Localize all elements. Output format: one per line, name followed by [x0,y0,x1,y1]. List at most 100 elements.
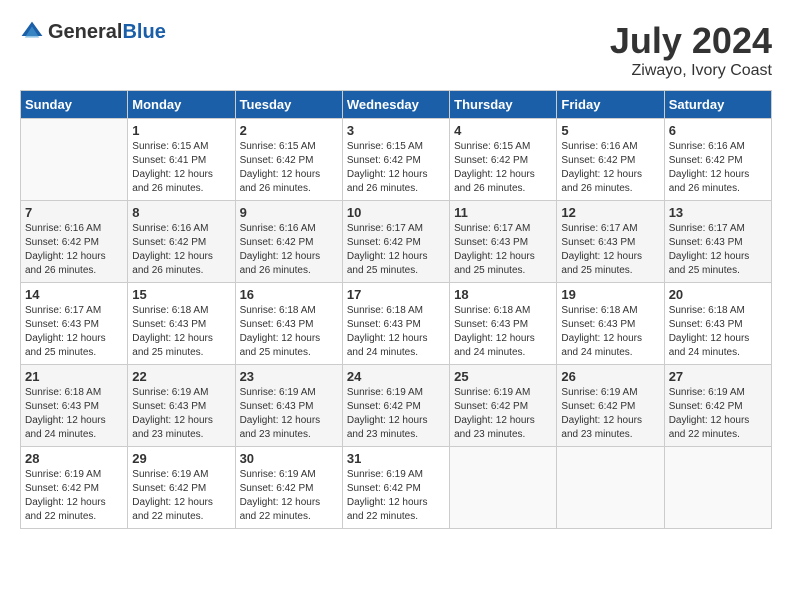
day-number: 6 [669,123,767,138]
calendar-cell: 6 Sunrise: 6:16 AMSunset: 6:42 PMDaylight… [664,119,771,201]
day-number: 4 [454,123,552,138]
calendar-cell: 12 Sunrise: 6:17 AMSunset: 6:43 PMDayligh… [557,201,664,283]
weekday-header-wednesday: Wednesday [342,91,449,119]
day-info: Sunrise: 6:16 AMSunset: 6:42 PMDaylight:… [240,222,338,278]
weekday-header-row: SundayMondayTuesdayWednesdayThursdayFrid… [21,91,772,119]
calendar-week-5: 28 Sunrise: 6:19 AMSunset: 6:42 PMDayligh… [21,447,772,529]
calendar-week-3: 14 Sunrise: 6:17 AMSunset: 6:43 PMDayligh… [21,283,772,365]
calendar-cell: 27 Sunrise: 6:19 AMSunset: 6:42 PMDayligh… [664,365,771,447]
day-number: 25 [454,369,552,384]
calendar-cell: 17 Sunrise: 6:18 AMSunset: 6:43 PMDayligh… [342,283,449,365]
logo-icon [20,20,44,44]
day-number: 23 [240,369,338,384]
calendar-cell: 22 Sunrise: 6:19 AMSunset: 6:43 PMDayligh… [128,365,235,447]
weekday-header-thursday: Thursday [450,91,557,119]
day-number: 31 [347,451,445,466]
calendar-cell [557,447,664,529]
header: GeneralBlue July 2024 Ziwayo, Ivory Coas… [20,20,772,80]
calendar-cell: 14 Sunrise: 6:17 AMSunset: 6:43 PMDayligh… [21,283,128,365]
day-number: 28 [25,451,123,466]
day-number: 3 [347,123,445,138]
calendar-cell: 3Sunrise: 6:15 AMSunset: 6:42 PMDaylight… [342,119,449,201]
day-info: Sunrise: 6:19 AMSunset: 6:43 PMDaylight:… [240,386,338,442]
calendar-cell: 13Sunrise: 6:17 AMSunset: 6:43 PMDayligh… [664,201,771,283]
day-info: Sunrise: 6:15 AMSunset: 6:41 PMDaylight:… [132,140,230,196]
day-info: Sunrise: 6:18 AMSunset: 6:43 PMDaylight:… [240,304,338,360]
logo-text-blue: Blue [122,21,165,43]
day-number: 1 [132,123,230,138]
calendar-cell: 5 Sunrise: 6:16 AMSunset: 6:42 PMDaylight… [557,119,664,201]
calendar-table: SundayMondayTuesdayWednesdayThursdayFrid… [20,90,772,529]
day-info: Sunrise: 6:19 AMSunset: 6:43 PMDaylight:… [132,386,230,442]
calendar-cell: 11 Sunrise: 6:17 AMSunset: 6:43 PMDayligh… [450,201,557,283]
calendar-cell: 24Sunrise: 6:19 AMSunset: 6:42 PMDayligh… [342,365,449,447]
calendar-cell: 25 Sunrise: 6:19 AMSunset: 6:42 PMDayligh… [450,365,557,447]
day-info: Sunrise: 6:17 AMSunset: 6:42 PMDaylight:… [347,222,445,278]
day-number: 12 [561,205,659,220]
day-info: Sunrise: 6:15 AMSunset: 6:42 PMDaylight:… [240,140,338,196]
day-info: Sunrise: 6:18 AMSunset: 6:43 PMDaylight:… [347,304,445,360]
day-info: Sunrise: 6:19 AMSunset: 6:42 PMDaylight:… [240,468,338,524]
month-title: July 2024 [610,20,772,62]
day-info: Sunrise: 6:15 AMSunset: 6:42 PMDaylight:… [454,140,552,196]
day-info: Sunrise: 6:16 AMSunset: 6:42 PMDaylight:… [561,140,659,196]
day-info: Sunrise: 6:19 AMSunset: 6:42 PMDaylight:… [561,386,659,442]
day-number: 29 [132,451,230,466]
calendar-cell: 16 Sunrise: 6:18 AMSunset: 6:43 PMDayligh… [235,283,342,365]
calendar-cell: 1 Sunrise: 6:15 AMSunset: 6:41 PMDaylight… [128,119,235,201]
day-number: 16 [240,287,338,302]
day-info: Sunrise: 6:16 AMSunset: 6:42 PMDaylight:… [25,222,123,278]
day-info: Sunrise: 6:17 AMSunset: 6:43 PMDaylight:… [561,222,659,278]
calendar-cell [21,119,128,201]
calendar-cell: 15 Sunrise: 6:18 AMSunset: 6:43 PMDayligh… [128,283,235,365]
calendar-cell: 18Sunrise: 6:18 AMSunset: 6:43 PMDayligh… [450,283,557,365]
calendar-cell: 10Sunrise: 6:17 AMSunset: 6:42 PMDayligh… [342,201,449,283]
logo: GeneralBlue [20,20,166,44]
day-number: 27 [669,369,767,384]
calendar-cell [664,447,771,529]
title-area: July 2024 Ziwayo, Ivory Coast [610,20,772,80]
day-number: 14 [25,287,123,302]
calendar-cell: 4 Sunrise: 6:15 AMSunset: 6:42 PMDaylight… [450,119,557,201]
day-info: Sunrise: 6:19 AMSunset: 6:42 PMDaylight:… [669,386,767,442]
calendar-cell: 8 Sunrise: 6:16 AMSunset: 6:42 PMDaylight… [128,201,235,283]
calendar-cell: 26Sunrise: 6:19 AMSunset: 6:42 PMDayligh… [557,365,664,447]
day-info: Sunrise: 6:17 AMSunset: 6:43 PMDaylight:… [25,304,123,360]
day-info: Sunrise: 6:16 AMSunset: 6:42 PMDaylight:… [132,222,230,278]
day-info: Sunrise: 6:17 AMSunset: 6:43 PMDaylight:… [454,222,552,278]
day-number: 15 [132,287,230,302]
day-number: 5 [561,123,659,138]
weekday-header-tuesday: Tuesday [235,91,342,119]
weekday-header-sunday: Sunday [21,91,128,119]
day-number: 11 [454,205,552,220]
calendar-week-2: 7 Sunrise: 6:16 AMSunset: 6:42 PMDaylight… [21,201,772,283]
day-number: 9 [240,205,338,220]
day-info: Sunrise: 6:18 AMSunset: 6:43 PMDaylight:… [132,304,230,360]
day-info: Sunrise: 6:19 AMSunset: 6:42 PMDaylight:… [25,468,123,524]
calendar-cell: 9 Sunrise: 6:16 AMSunset: 6:42 PMDaylight… [235,201,342,283]
day-number: 13 [669,205,767,220]
day-number: 17 [347,287,445,302]
day-number: 2 [240,123,338,138]
weekday-header-friday: Friday [557,91,664,119]
day-number: 19 [561,287,659,302]
day-number: 18 [454,287,552,302]
day-number: 22 [132,369,230,384]
day-info: Sunrise: 6:19 AMSunset: 6:42 PMDaylight:… [132,468,230,524]
calendar-cell: 23 Sunrise: 6:19 AMSunset: 6:43 PMDayligh… [235,365,342,447]
day-info: Sunrise: 6:18 AMSunset: 6:43 PMDaylight:… [669,304,767,360]
logo-text-general: General [48,21,122,43]
calendar-week-4: 21 Sunrise: 6:18 AMSunset: 6:43 PMDayligh… [21,365,772,447]
day-number: 8 [132,205,230,220]
calendar-cell: 2 Sunrise: 6:15 AMSunset: 6:42 PMDaylight… [235,119,342,201]
day-number: 21 [25,369,123,384]
calendar-week-1: 1 Sunrise: 6:15 AMSunset: 6:41 PMDaylight… [21,119,772,201]
day-info: Sunrise: 6:19 AMSunset: 6:42 PMDaylight:… [454,386,552,442]
day-info: Sunrise: 6:16 AMSunset: 6:42 PMDaylight:… [669,140,767,196]
calendar-cell: 20Sunrise: 6:18 AMSunset: 6:43 PMDayligh… [664,283,771,365]
calendar-cell: 31Sunrise: 6:19 AMSunset: 6:42 PMDayligh… [342,447,449,529]
day-number: 7 [25,205,123,220]
day-info: Sunrise: 6:18 AMSunset: 6:43 PMDaylight:… [25,386,123,442]
calendar-cell [450,447,557,529]
calendar-cell: 29 Sunrise: 6:19 AMSunset: 6:42 PMDayligh… [128,447,235,529]
